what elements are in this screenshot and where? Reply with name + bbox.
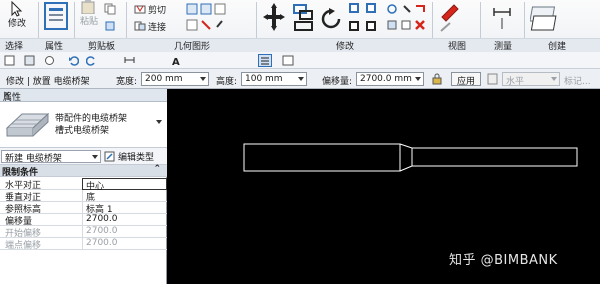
property-row[interactable]: 偏移量 2700.0	[0, 214, 167, 227]
join-icon[interactable]	[134, 20, 146, 32]
array-icon[interactable]	[348, 2, 378, 34]
chevron-down-icon	[551, 77, 557, 81]
cable-tray-segment-wide	[243, 143, 401, 172]
cable-tray-segment-narrow	[412, 147, 578, 167]
property-value[interactable]: 中心	[82, 178, 167, 192]
property-row[interactable]: 水平对正 中心	[0, 178, 167, 192]
chevron-down-icon	[298, 77, 304, 81]
properties-title-bar: 属性 ×	[0, 89, 167, 103]
panel-clipboard: 剪贴板	[88, 42, 116, 52]
property-row[interactable]: 垂直对正 底	[0, 190, 167, 203]
type-selector[interactable]: 带配件的电缆桥架 槽式电缆桥架	[0, 102, 167, 148]
height-value: 100 mm	[245, 74, 283, 84]
panel-properties: 属性	[45, 42, 64, 52]
select-links-icon[interactable]	[4, 55, 15, 66]
context-mode-label: 修改 | 放置 电缆桥架	[6, 77, 90, 87]
horizontal-dropdown[interactable]: 水平	[502, 72, 560, 87]
cut-icon[interactable]	[134, 3, 146, 15]
properties-palette: 属性 × 带配件的电缆桥架 槽式电缆桥架 新建 电缆桥架 编辑类型 限制条件 ⌃…	[0, 89, 167, 284]
panel-select[interactable]: 选择	[5, 39, 23, 52]
cut-label[interactable]: 剪切	[148, 3, 166, 16]
move-icon[interactable]	[262, 2, 286, 32]
paste-icon[interactable]	[80, 0, 98, 14]
edit-type-icon	[104, 151, 115, 162]
property-value: 2700.0	[82, 226, 167, 238]
property-value: 2700.0	[82, 238, 167, 250]
panel-create: 创建	[548, 42, 567, 52]
chevron-down-icon	[92, 155, 98, 159]
panel-geometry: 几何图形	[174, 42, 211, 52]
height-label: 高度:	[216, 77, 238, 87]
create-similar-icon[interactable]	[530, 4, 560, 34]
panel-modify: 修改	[336, 42, 355, 52]
width-value: 200 mm	[145, 74, 183, 84]
redo-icon[interactable]	[86, 55, 97, 66]
undo-icon[interactable]	[68, 55, 79, 66]
instance-dropdown[interactable]: 新建 电缆桥架	[1, 150, 101, 164]
rotate-icon[interactable]	[320, 8, 342, 32]
match-type-icon[interactable]	[104, 20, 116, 32]
close-icon[interactable]: ×	[3, 90, 163, 100]
property-value[interactable]: 标高 1	[82, 202, 167, 215]
property-row[interactable]: 参照标高 标高 1	[0, 202, 167, 215]
join-label[interactable]: 连接	[148, 20, 166, 33]
type-name: 槽式电缆桥架	[55, 126, 110, 136]
property-value[interactable]: 2700.0	[82, 214, 167, 226]
modify-tools-icon[interactable]	[386, 3, 428, 33]
category-label: 限制条件	[2, 168, 39, 178]
properties-icon[interactable]	[44, 2, 68, 30]
panel-view: 视图	[448, 42, 467, 52]
paste-label: 粘贴	[80, 17, 99, 27]
drawing-canvas[interactable]: 知乎 @BIMBANK	[167, 89, 600, 284]
chevron-down-icon	[200, 77, 206, 81]
chevron-down-icon	[415, 77, 421, 81]
property-value[interactable]: 底	[82, 190, 167, 203]
text-icon[interactable]: A	[170, 55, 181, 66]
category-constraints[interactable]: 限制条件 ⌃	[0, 164, 167, 178]
chevron-down-icon[interactable]	[156, 120, 162, 124]
select-underlay-icon[interactable]	[24, 55, 35, 66]
tag-label[interactable]: 标记...	[564, 74, 591, 87]
watermark: 知乎 @BIMBANK	[449, 253, 558, 268]
switch-windows-icon[interactable]	[282, 55, 294, 66]
options-bar: 修改 | 放置 电缆桥架 宽度: 200 mm 高度: 100 mm 偏移量: …	[0, 69, 600, 89]
view-pencil-icon[interactable]	[438, 3, 464, 35]
measure-icon[interactable]	[492, 4, 512, 30]
measure-small-icon[interactable]	[124, 55, 135, 66]
instance-dropdown-value: 新建 电缆桥架	[5, 154, 62, 164]
offset-icon[interactable]	[292, 2, 316, 32]
apply-label: 应用	[457, 77, 476, 87]
width-dropdown[interactable]: 200 mm	[141, 72, 209, 86]
modify-cursor-icon[interactable]	[6, 1, 28, 17]
collapse-icon[interactable]: ⌃	[153, 164, 161, 174]
ribbon: 修改 粘贴 剪切 连接 选择 属性 剪贴板 几何图形 修改 视图 测量 创建	[0, 0, 600, 52]
select-pinned-icon[interactable]	[44, 55, 55, 66]
apply-button[interactable]: 应用	[451, 72, 482, 87]
justification-icon[interactable]	[487, 73, 498, 85]
copy-icon[interactable]	[104, 3, 116, 15]
height-dropdown[interactable]: 100 mm	[241, 72, 307, 86]
width-label: 宽度:	[116, 77, 138, 87]
modify-button[interactable]: 修改	[8, 16, 26, 29]
lock-icon[interactable]	[431, 73, 443, 85]
property-row: 端点偏移 2700.0	[0, 238, 167, 251]
edit-type-label: 编辑类型	[118, 153, 155, 163]
property-name: 端点偏移	[5, 241, 42, 251]
quick-access-toolbar: A	[0, 52, 600, 69]
property-row: 开始偏移 2700.0	[0, 226, 167, 239]
geometry-tool-icon[interactable]	[186, 3, 226, 33]
horizontal-value: 水平	[506, 77, 525, 87]
cable-tray-transition	[399, 143, 413, 172]
offset-dropdown[interactable]: 2700.0 mm	[356, 72, 424, 86]
offset-label: 偏移量:	[322, 77, 353, 87]
cable-tray-thumbnail-icon	[5, 112, 50, 137]
thin-lines-icon[interactable]	[258, 54, 272, 67]
offset-value: 2700.0 mm	[360, 74, 412, 84]
panel-measure: 测量	[494, 42, 513, 52]
svg-text:A: A	[172, 57, 180, 66]
instance-filter-row: 新建 电缆桥架 编辑类型	[0, 148, 167, 165]
